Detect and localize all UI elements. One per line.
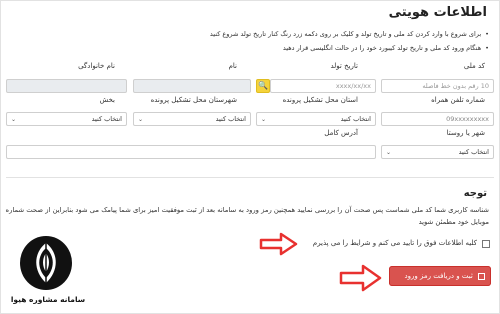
notice-text: شناسه کاربری شما کد ملی شماست پس صحت آن … [5,206,489,226]
last-name-field [6,79,127,93]
logo-text: سامانه مشاوره هیوا [10,295,86,304]
district-selected: انتخاب کنید [91,115,122,123]
province-selected: انتخاب کنید [340,115,371,123]
save-icon [478,272,485,280]
birth-date-label: تاریخ تولد [330,62,358,70]
national-code-label: کد ملی [463,62,485,70]
chevron-down-icon: ⌄ [11,116,17,123]
notice-title: توجه [463,188,487,199]
district-label: بخش [99,96,115,104]
page-title: اطلاعات هویتی [388,5,487,20]
last-name-label: نام خانوادگی [78,62,115,70]
arrow-icon [339,264,382,292]
city-village-selected: انتخاب کنید [458,148,489,156]
county-select[interactable]: انتخاب کنید ⌄ [133,112,251,126]
national-code-input[interactable]: 10 رقم بدون خط فاصله [381,79,494,93]
mobile-input[interactable]: 09xxxxxxxxx [381,112,494,126]
chevron-down-icon: ⌄ [386,149,392,156]
agreement-label: کلیه اطلاعات فوق را تایید می کنم و شرایط… [312,239,477,247]
instructions-list: برای شروع با وارد کردن کد ملی و تاریخ تو… [109,27,489,55]
agreement-checkbox[interactable] [482,240,490,248]
chevron-down-icon: ⌄ [261,116,267,123]
province-select[interactable]: انتخاب کنید ⌄ [256,112,376,126]
section-divider [6,177,494,178]
search-icon[interactable]: 🔍 [256,79,270,93]
county-label: شهرستان محل تشکیل پرونده [150,96,237,104]
chevron-down-icon: ⌄ [138,116,144,123]
first-name-field [133,79,251,93]
submit-label: ثبت و دریافت رمز ورود [404,272,473,280]
address-label: آدرس کامل [324,129,358,137]
city-village-label: شهر یا روستا [446,129,485,137]
county-selected: انتخاب کنید [215,115,246,123]
registration-form-page: اطلاعات هویتی برای شروع با وارد کردن کد … [0,0,500,314]
submit-button[interactable]: ثبت و دریافت رمز ورود [389,266,491,286]
birth-date-input[interactable]: xxxx/xx/xx [270,79,376,93]
arrow-icon [259,232,298,256]
instruction-item: برای شروع با وارد کردن کد ملی و تاریخ تو… [109,27,489,41]
province-label: استان محل تشکیل پرونده [282,96,358,104]
district-select[interactable]: انتخاب کنید ⌄ [6,112,127,126]
first-name-label: نام [228,62,237,70]
mobile-label: شماره تلفن همراه [431,96,485,104]
instruction-item: هنگام ورود کد ملی و تاریخ تولد کیبورد خو… [109,41,489,55]
address-input[interactable] [6,145,376,159]
city-village-select[interactable]: انتخاب کنید ⌄ [381,145,494,159]
